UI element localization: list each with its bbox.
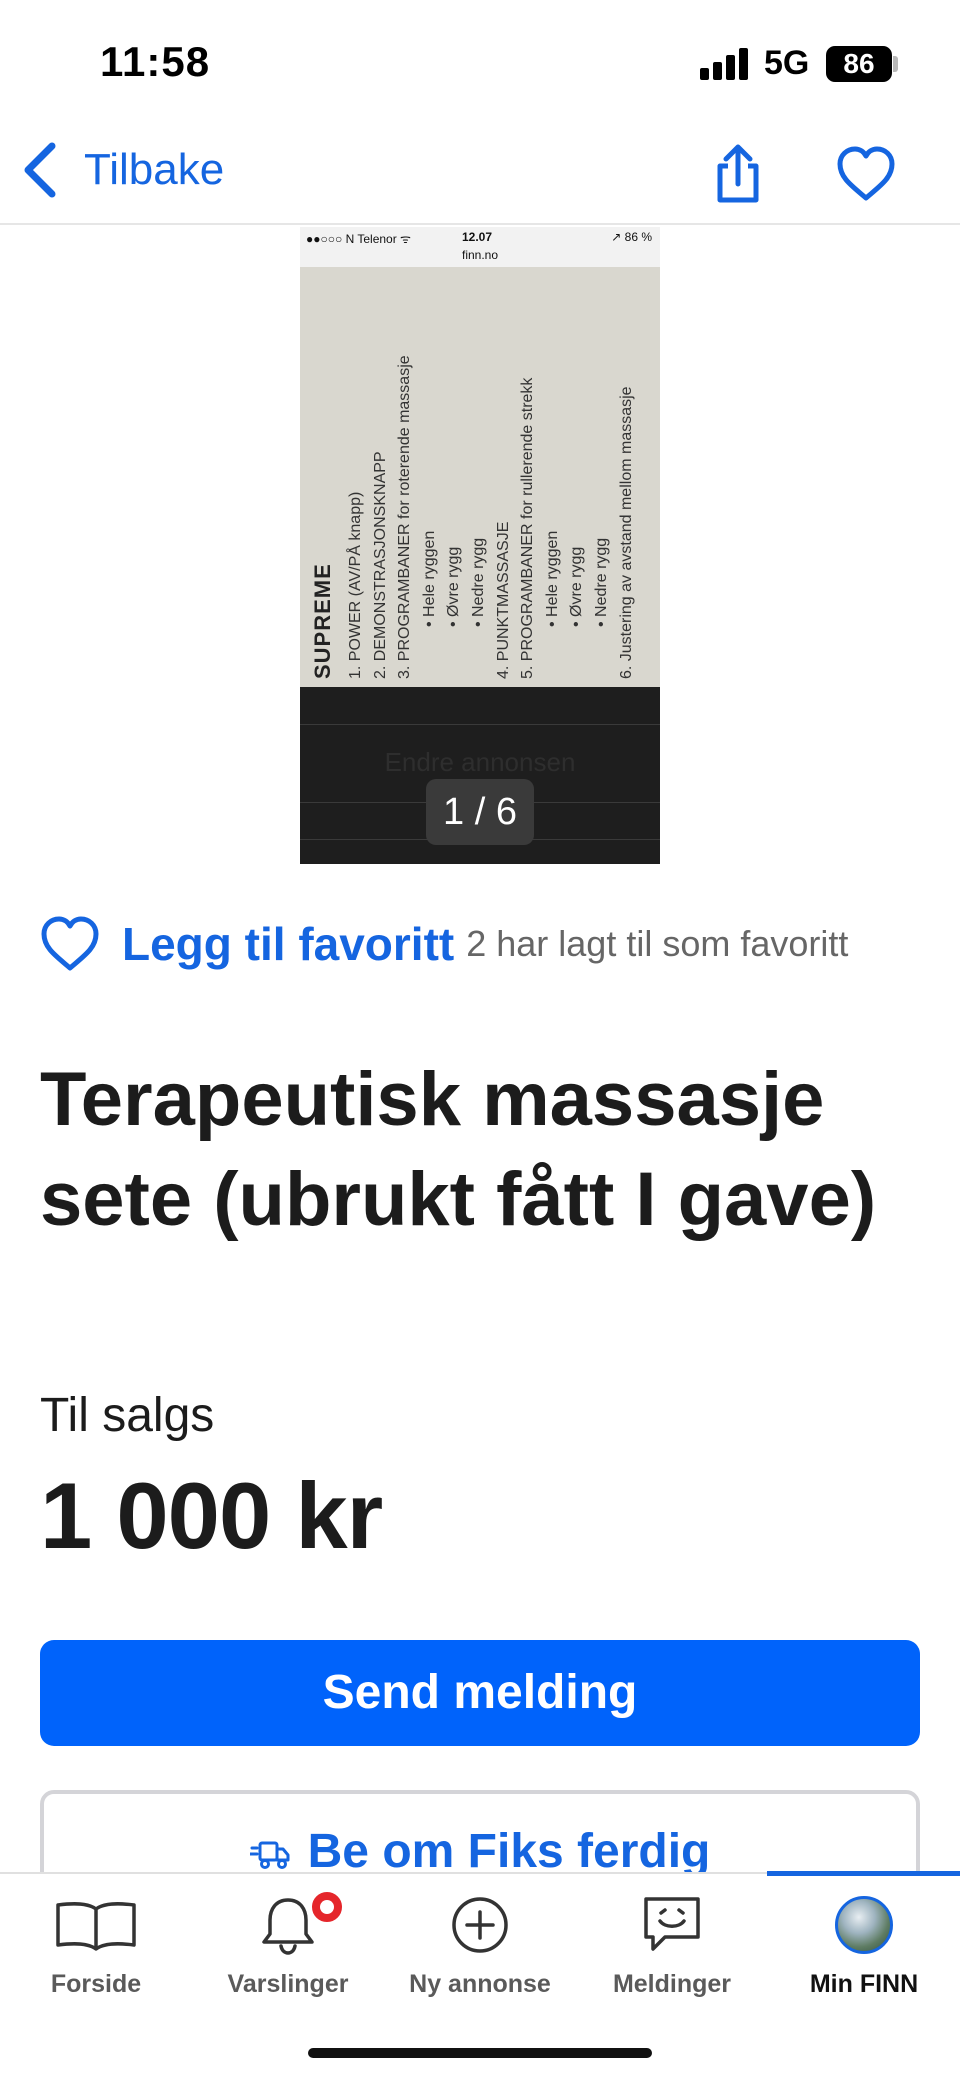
photo-url: finn.no xyxy=(461,248,499,262)
heart-outline-icon[interactable] xyxy=(40,914,100,974)
manual-line: • Nedre rygg xyxy=(469,537,487,627)
battery-icon: 86 xyxy=(826,46,892,82)
status-bar: 11:58 5G 86 xyxy=(0,0,960,120)
photo-carrier: ●●○○○ N Telenor ᯤ xyxy=(306,232,412,246)
home-indicator[interactable] xyxy=(308,2048,652,2058)
manual-line: • Hele ryggen xyxy=(543,530,561,627)
network-label: 5G xyxy=(764,44,810,82)
photo-divider xyxy=(300,724,660,725)
tab-label: Min FINN xyxy=(809,1970,919,1998)
avatar xyxy=(835,1896,893,1954)
tab-label: Varslinger xyxy=(227,1970,349,1998)
tab-forside[interactable]: Forside xyxy=(0,1874,192,2014)
photo-time: 12.07 xyxy=(462,230,493,244)
manual-line: 1. POWER (AV/PÅ knapp) xyxy=(347,491,364,679)
manual-line: 3. PROGRAMBANER for roterende massasje xyxy=(396,355,414,679)
price: 1 000 kr xyxy=(40,1463,383,1568)
manual-line: 6. Justering av avstand mellom massasje xyxy=(617,386,635,679)
photo-battery: ↗ 86 % xyxy=(611,230,652,244)
manual-heading: SUPREME xyxy=(310,563,335,679)
tab-label: Ny annonse xyxy=(409,1970,551,1998)
manual-line: • Øvre rygg xyxy=(568,546,586,627)
avatar-wrapper xyxy=(819,1890,909,1960)
heart-outline-icon xyxy=(837,146,895,201)
image-counter: 1 / 6 xyxy=(426,779,534,845)
send-message-button[interactable]: Send melding xyxy=(40,1640,920,1746)
manual-line: 4. PUNKTMASSASJE xyxy=(494,521,512,679)
fiks-ferdig-label: Be om Fiks ferdig xyxy=(307,1825,711,1878)
plus-circle-icon xyxy=(435,1890,525,1960)
notification-badge xyxy=(308,1888,346,1926)
tab-label: Forside xyxy=(50,1970,142,1998)
back-label: Tilbake xyxy=(84,145,225,194)
manual-line: • Hele ryggen xyxy=(420,530,438,627)
tab-ny-annonse[interactable]: Ny annonse xyxy=(384,1874,576,2014)
signal-icon xyxy=(700,48,752,80)
photo-ghost-text: Endre annonsen xyxy=(384,747,576,777)
battery-nub xyxy=(893,56,898,72)
favorite-row: Legg til favoritt 2 har lagt til som fav… xyxy=(40,908,848,980)
add-favorite-link[interactable]: Legg til favoritt xyxy=(122,917,454,971)
manual-line: 5. PROGRAMBANER for rullerende strekk xyxy=(519,377,537,679)
manual-line: • Øvre rygg xyxy=(445,546,463,627)
chevron-left-icon xyxy=(24,142,56,198)
delivery-truck-icon xyxy=(249,1841,290,1869)
back-button[interactable]: Tilbake xyxy=(20,140,224,200)
status-time: 11:58 xyxy=(100,38,211,85)
tab-meldinger[interactable]: Meldinger xyxy=(576,1874,768,2014)
manual-line: • Nedre rygg xyxy=(592,537,610,627)
chat-smile-icon xyxy=(627,1890,717,1960)
share-button[interactable] xyxy=(706,142,770,206)
nav-bar: Tilbake xyxy=(0,120,960,225)
favorite-count: 2 har lagt til som favoritt xyxy=(466,923,849,964)
favorite-nav-button[interactable] xyxy=(834,142,898,206)
sale-type: Til salgs xyxy=(40,1389,215,1442)
listing-title: Terapeutisk massasje sete (ubrukt fått I… xyxy=(40,1057,877,1242)
share-icon xyxy=(717,144,759,203)
tab-varslinger[interactable]: Varslinger xyxy=(192,1874,384,2014)
tab-min-finn[interactable]: Min FINN xyxy=(768,1874,960,2014)
manual-line: 2. DEMONSTRASJONSKNAPP xyxy=(371,451,389,679)
manual-text: SUPREME 1. POWER (AV/PÅ knapp) 2. DEMONS… xyxy=(304,267,660,679)
photo-manual-page: SUPREME 1. POWER (AV/PÅ knapp) 2. DEMONS… xyxy=(300,267,660,687)
book-icon xyxy=(51,1890,141,1960)
photo-status-bar: ●●○○○ N Telenor ᯤ 12.07 ↗ 86 % finn.no xyxy=(300,227,660,267)
image-gallery[interactable]: ●●○○○ N Telenor ᯤ 12.07 ↗ 86 % finn.no S… xyxy=(300,227,660,864)
tab-label: Meldinger xyxy=(612,1970,732,1998)
